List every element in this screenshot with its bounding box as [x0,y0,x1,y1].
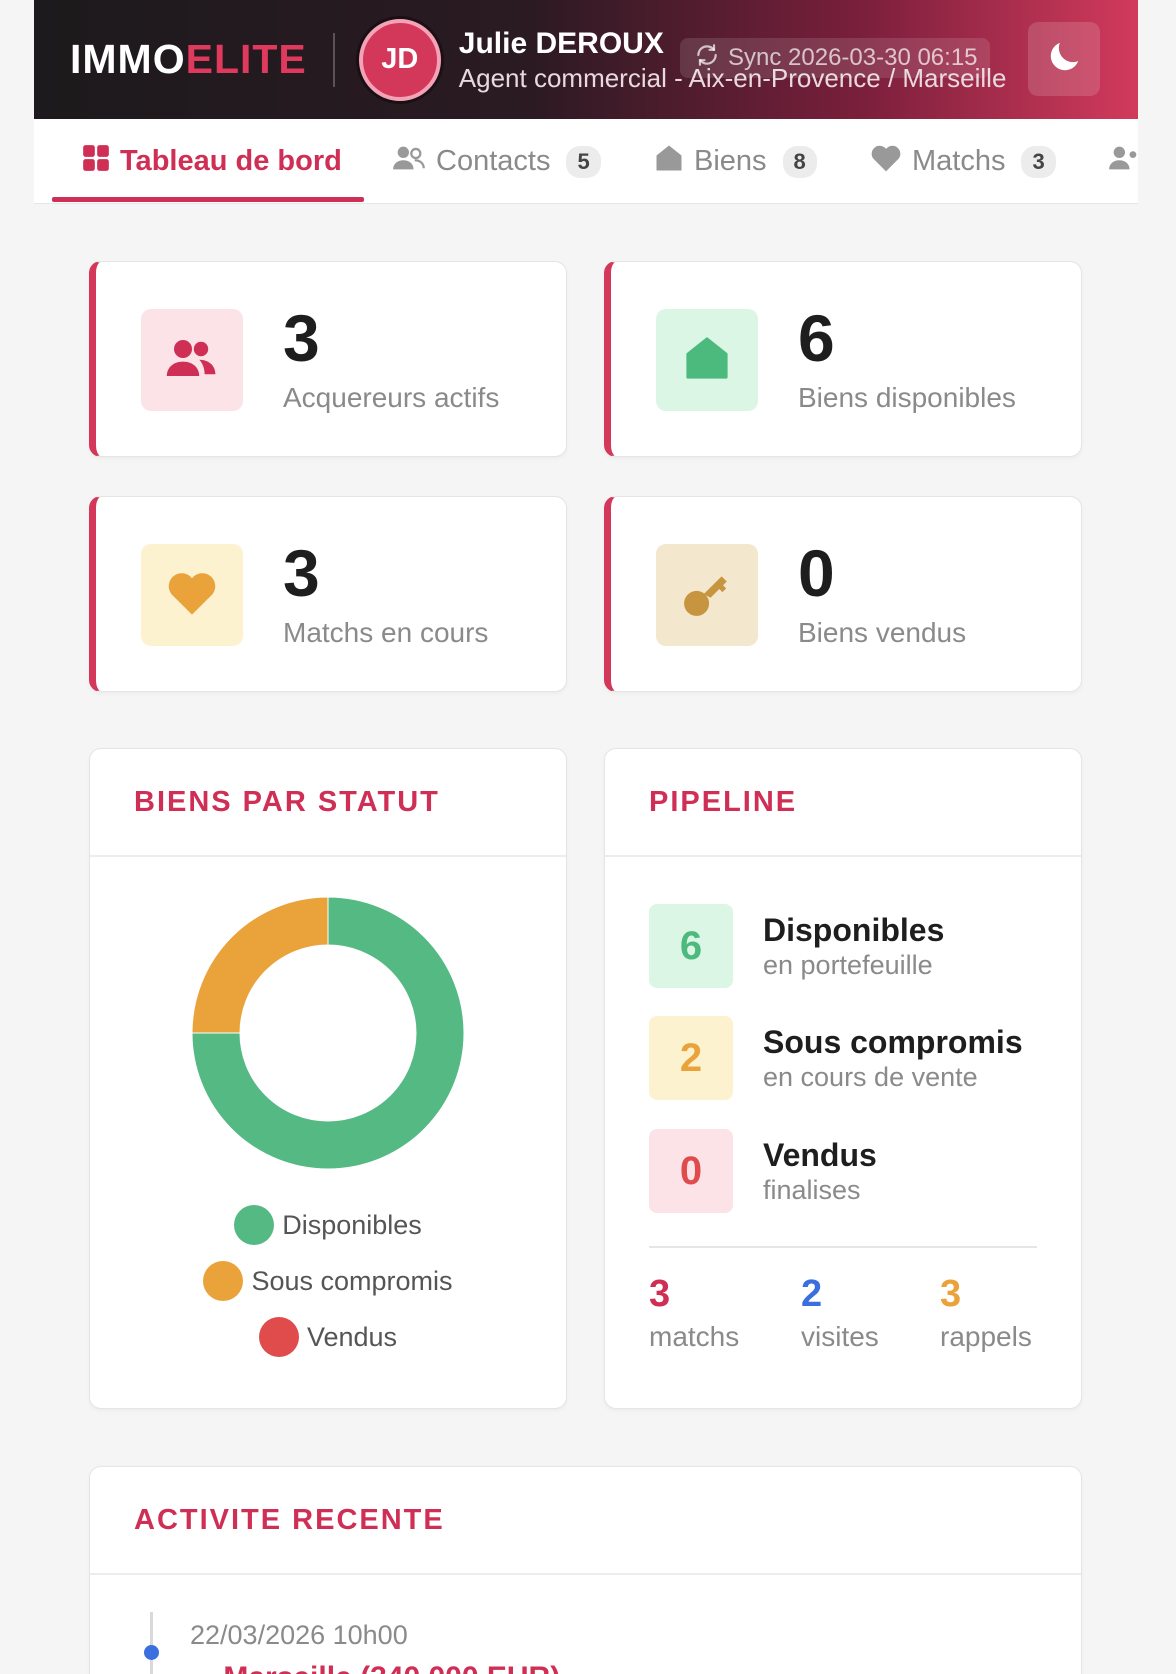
metric-matchs[interactable]: 3 matchs [649,1271,739,1353]
main-tabs: Tableau de bord Contacts 5 Biens 8 Match… [34,119,1138,204]
stat-value: 3 [283,301,320,375]
sync-text: Sync 2026-03-30 06:15 [728,44,978,71]
key-icon [682,568,732,623]
timeline-line [150,1612,153,1674]
pipeline-title: Vendus [763,1137,877,1173]
stat-card-matchs[interactable]: 3 Matchs en cours [89,496,567,692]
heart-icon [166,569,218,622]
users-icon [165,336,219,385]
chart-legend: Disponibles Sous compromis Vendus [90,1205,566,1357]
legend-label: Disponibles [282,1209,422,1240]
pipeline-divider [649,1246,1037,1248]
legend-label: Vendus [306,1321,398,1352]
users-icon [392,144,426,180]
sync-icon [694,42,720,75]
house-icon [684,334,730,387]
metric-label: matchs [649,1321,740,1352]
metric-value: 3 [649,1273,671,1315]
tab-label: Tableau de bord [120,145,342,177]
header-divider [332,32,335,87]
legend-item[interactable]: Disponibles [234,1205,422,1245]
legend-label: Sous compromis [251,1265,453,1296]
app-logo[interactable]: IMMOELITE [70,36,307,83]
theme-toggle-button[interactable] [1028,22,1100,96]
stat-icon-box [656,309,758,411]
grid-icon [82,144,110,180]
tab-properties[interactable]: Biens 8 [654,119,817,203]
count-badge: 5 [566,145,601,178]
metric-visits[interactable]: 2 visites [801,1271,879,1353]
activity-date: 22/03/2026 10h00 [190,1620,408,1650]
pipeline-title: Disponibles [763,912,945,948]
activity-text[interactable]: ... Marseille (340 000 EUR) [190,1661,560,1674]
panel-title: PIPELINE [605,749,1081,857]
stat-label: Biens vendus [798,617,967,648]
status-chart-panel: BIENS PAR STATUT Disponibles Sous compro… [89,748,567,1409]
pipeline-row-sold[interactable]: 0 Vendus finalises [649,1129,877,1213]
pipeline-title: Sous compromis [763,1024,1023,1060]
metric-value: 2 [801,1273,823,1315]
stat-value: 3 [283,536,320,610]
tab-more[interactable] [1108,119,1138,203]
stat-value: 0 [798,536,835,610]
pipeline-panel: PIPELINE 6 Disponibles en portefeuille 2… [604,748,1082,1409]
avatar[interactable]: JD [358,18,441,101]
pipeline-count: 6 [649,904,733,988]
timeline-dot [144,1645,159,1660]
user-icon [1108,144,1138,180]
donut-slice-sous-compromis[interactable] [191,896,329,1034]
tab-label: Biens [694,145,767,177]
stat-label: Matchs en cours [283,617,489,648]
tab-label: Matchs [912,145,1006,177]
stat-card-buyers[interactable]: 3 Acquereurs actifs [89,261,567,457]
stat-icon-box [656,544,758,646]
pipeline-row-available[interactable]: 6 Disponibles en portefeuille [649,904,944,988]
pipeline-subtitle: finalises [763,1175,861,1205]
metric-label: rappels [940,1321,1032,1352]
stat-label: Acquereurs actifs [283,382,500,413]
pipeline-subtitle: en portefeuille [763,950,933,980]
panel-title: BIENS PAR STATUT [90,749,566,857]
pipeline-row-under-offer[interactable]: 2 Sous compromis en cours de vente [649,1016,1023,1100]
count-badge: 3 [1021,145,1056,178]
tab-label: Contacts [436,145,551,177]
pipeline-count: 2 [649,1016,733,1100]
donut-chart [191,896,465,1170]
legend-item[interactable]: Vendus [258,1317,398,1357]
sync-status[interactable]: Sync 2026-03-30 06:15 [680,38,990,78]
pipeline-subtitle: en cours de vente [763,1062,978,1092]
house-icon [654,143,684,181]
panel-title: ACTIVITE RECENTE [90,1467,1081,1575]
pipeline-count: 0 [649,1129,733,1213]
recent-activity-panel: ACTIVITE RECENTE 22/03/2026 10h00 ... Ma… [89,1466,1082,1674]
metric-label: visites [801,1321,879,1352]
tab-dashboard[interactable]: Tableau de bord [82,119,342,203]
heart-icon [870,143,902,181]
active-tab-indicator [52,197,364,202]
legend-item[interactable]: Sous compromis [203,1261,453,1301]
moon-icon [1044,37,1084,82]
count-badge: 8 [782,145,817,178]
stat-card-sold[interactable]: 0 Biens vendus [604,496,1082,692]
stat-value: 6 [798,301,835,375]
stat-icon-box [141,544,243,646]
metric-reminders[interactable]: 3 rappels [940,1271,1032,1353]
tab-matchs[interactable]: Matchs 3 [870,119,1056,203]
app-header: IMMOELITE JD Julie DEROUX Agent commerci… [34,0,1138,119]
tab-contacts[interactable]: Contacts 5 [392,119,601,203]
metric-value: 3 [940,1273,962,1315]
legend-swatch [203,1261,244,1301]
stat-card-available[interactable]: 6 Biens disponibles [604,261,1082,457]
stat-icon-box [141,309,243,411]
legend-swatch [258,1317,299,1357]
stat-label: Biens disponibles [798,382,1016,413]
legend-swatch [234,1205,275,1245]
